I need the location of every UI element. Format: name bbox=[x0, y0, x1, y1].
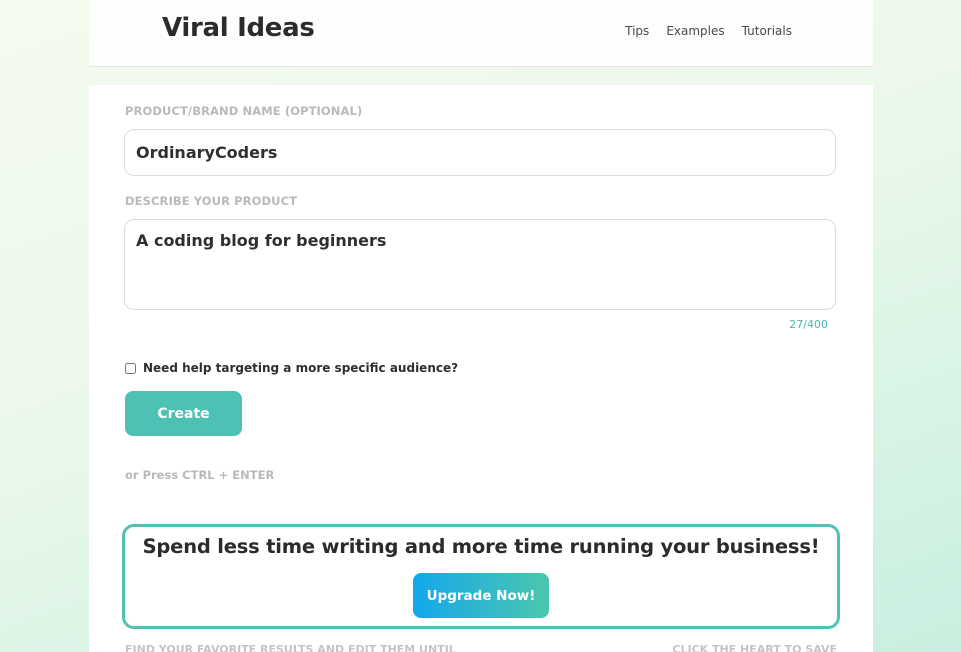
char-counter: 27/400 bbox=[789, 318, 828, 331]
main-panel: PRODUCT/BRAND NAME (OPTIONAL) DESCRIBE Y… bbox=[89, 85, 873, 652]
upgrade-now-button[interactable]: Upgrade Now! bbox=[413, 573, 549, 618]
create-button[interactable]: Create bbox=[125, 391, 242, 436]
product-name-label: PRODUCT/BRAND NAME (OPTIONAL) bbox=[125, 104, 363, 118]
describe-product-textarea[interactable]: A coding blog for beginners bbox=[124, 219, 836, 310]
audience-checkbox-label: Need help targeting a more specific audi… bbox=[143, 361, 459, 375]
results-instructions-left: FIND YOUR FAVORITE RESULTS AND EDIT THEM… bbox=[125, 643, 456, 652]
promo-title: Spend less time writing and more time ru… bbox=[142, 535, 820, 558]
nav-tips-link[interactable]: Tips bbox=[625, 24, 649, 38]
site-header: Viral Ideas Tips Examples Tutorials bbox=[89, 0, 873, 67]
keyboard-shortcut-hint: or Press CTRL + ENTER bbox=[125, 468, 275, 482]
results-instructions-right: CLICK THE HEART TO SAVE bbox=[672, 643, 837, 652]
describe-product-label: DESCRIBE YOUR PRODUCT bbox=[125, 194, 298, 208]
nav-tutorials-link[interactable]: Tutorials bbox=[742, 24, 792, 38]
product-name-input[interactable] bbox=[124, 129, 836, 176]
audience-checkbox[interactable] bbox=[125, 362, 136, 374]
site-logo[interactable]: Viral Ideas bbox=[162, 13, 315, 43]
nav-examples-link[interactable]: Examples bbox=[666, 24, 724, 38]
upgrade-promo-box: Spend less time writing and more time ru… bbox=[122, 524, 840, 629]
top-nav: Tips Examples Tutorials bbox=[625, 24, 792, 38]
audience-checkbox-row[interactable]: Need help targeting a more specific audi… bbox=[125, 361, 458, 375]
